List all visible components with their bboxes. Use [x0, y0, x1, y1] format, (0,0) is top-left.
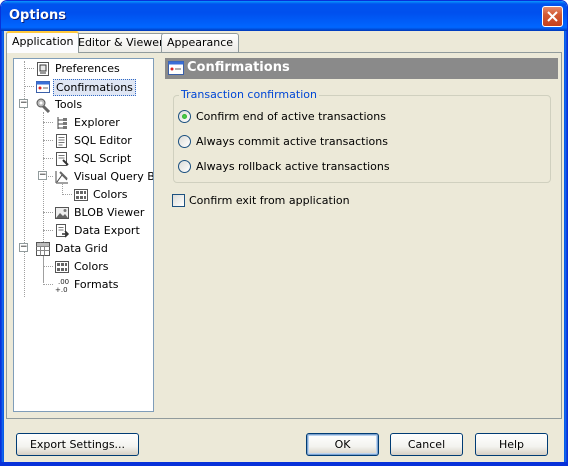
radio-button[interactable]: [178, 135, 191, 148]
tools-collapse-toggle[interactable]: −: [19, 99, 28, 108]
visual-query-collapse-toggle[interactable]: −: [38, 171, 47, 180]
window-frame-bottom: [1, 462, 567, 465]
tree-connector: [24, 68, 34, 69]
tree-connector: [43, 140, 53, 141]
cancel-button[interactable]: Cancel: [390, 433, 463, 456]
section-header: Confirmations: [165, 58, 558, 79]
radio-label: Confirm end of active transactions: [196, 110, 386, 123]
section-title: Confirmations: [187, 60, 290, 75]
tree-item-label: SQL Script: [74, 152, 132, 165]
tab-appearance[interactable]: Appearance: [161, 33, 240, 52]
tree-connector: [43, 256, 44, 285]
tab-label: Appearance: [167, 36, 234, 49]
radio-button[interactable]: [178, 160, 191, 173]
preferences-icon: [37, 62, 49, 76]
colors-icon: [74, 189, 88, 201]
tree-item-label: SQL Editor: [74, 134, 132, 147]
visual-query-builder-icon: [55, 171, 68, 184]
confirm-exit-label[interactable]: Confirm exit from application: [189, 194, 350, 207]
tree-item-label: Preferences: [55, 62, 120, 75]
sql-editor-icon: [56, 134, 67, 148]
tree-connector: [43, 266, 53, 267]
colors-icon: [55, 261, 69, 273]
radio-label: Always commit active transactions: [196, 135, 388, 148]
tree-item-label: Formats: [74, 278, 119, 291]
tree-item-label: Data Grid: [55, 242, 108, 255]
svg-text:+.0: +.0: [55, 286, 68, 293]
tree-connector: [43, 158, 53, 159]
close-icon: [547, 11, 558, 22]
tab-editor-viewers[interactable]: Editor & Viewers: [72, 33, 176, 52]
window-title: Options: [9, 8, 66, 23]
tab-application[interactable]: Application: [6, 31, 80, 53]
options-tree[interactable]: − − − Preferences Confirmations Tools Ex…: [13, 58, 154, 412]
tree-connector: [48, 176, 53, 177]
tree-connector: [43, 284, 53, 285]
tree-item-label: Data Export: [74, 224, 140, 237]
window-frame-right: [564, 31, 567, 465]
tools-icon: [36, 98, 51, 113]
formats-icon: .00 +.0: [55, 278, 69, 293]
tree-connector: [24, 86, 34, 87]
tree-connector: [62, 194, 72, 195]
confirmations-icon: [168, 61, 184, 75]
tree-item-label: Colors: [93, 188, 128, 201]
group-legend: Transaction confirmation: [179, 88, 319, 101]
export-settings-button[interactable]: Export Settings...: [16, 433, 139, 456]
tree-connector: [43, 122, 53, 123]
radio-label: Always rollback active transactions: [196, 160, 390, 173]
close-button[interactable]: [542, 6, 563, 27]
data-grid-collapse-toggle[interactable]: −: [19, 243, 28, 252]
data-grid-icon: [36, 242, 50, 256]
tab-label: Application: [12, 35, 74, 48]
confirmations-icon: [36, 81, 50, 93]
sql-script-icon: [56, 152, 69, 166]
data-export-icon: [56, 224, 70, 238]
tree-connector: [43, 230, 53, 231]
confirm-exit-checkbox[interactable]: [172, 194, 185, 207]
svg-text:.00: .00: [58, 278, 69, 286]
radio-button[interactable]: [178, 110, 191, 123]
tree-item-label: BLOB Viewer: [74, 206, 145, 219]
tree-item-label: Colors: [74, 260, 109, 273]
options-dialog: Options Application Editor & Viewers App…: [0, 0, 568, 466]
window-frame-left: [1, 31, 4, 465]
tab-label: Editor & Viewers: [78, 36, 170, 49]
title-bar[interactable]: Options: [1, 1, 567, 31]
help-button[interactable]: Help: [475, 433, 548, 456]
tree-item-label: Visual Query Buil: [74, 170, 153, 183]
tree-item-label: Tools: [55, 98, 83, 111]
tree-item-label: Confirmations: [53, 79, 136, 96]
tree-connector: [24, 61, 25, 297]
blob-viewer-icon: [55, 207, 69, 219]
tree-connector: [43, 212, 53, 213]
explorer-icon: [57, 117, 67, 129]
tab-panel-application: − − − Preferences Confirmations Tools Ex…: [6, 52, 562, 419]
ok-button[interactable]: OK: [306, 433, 379, 456]
tree-item-label: Explorer: [74, 116, 120, 129]
